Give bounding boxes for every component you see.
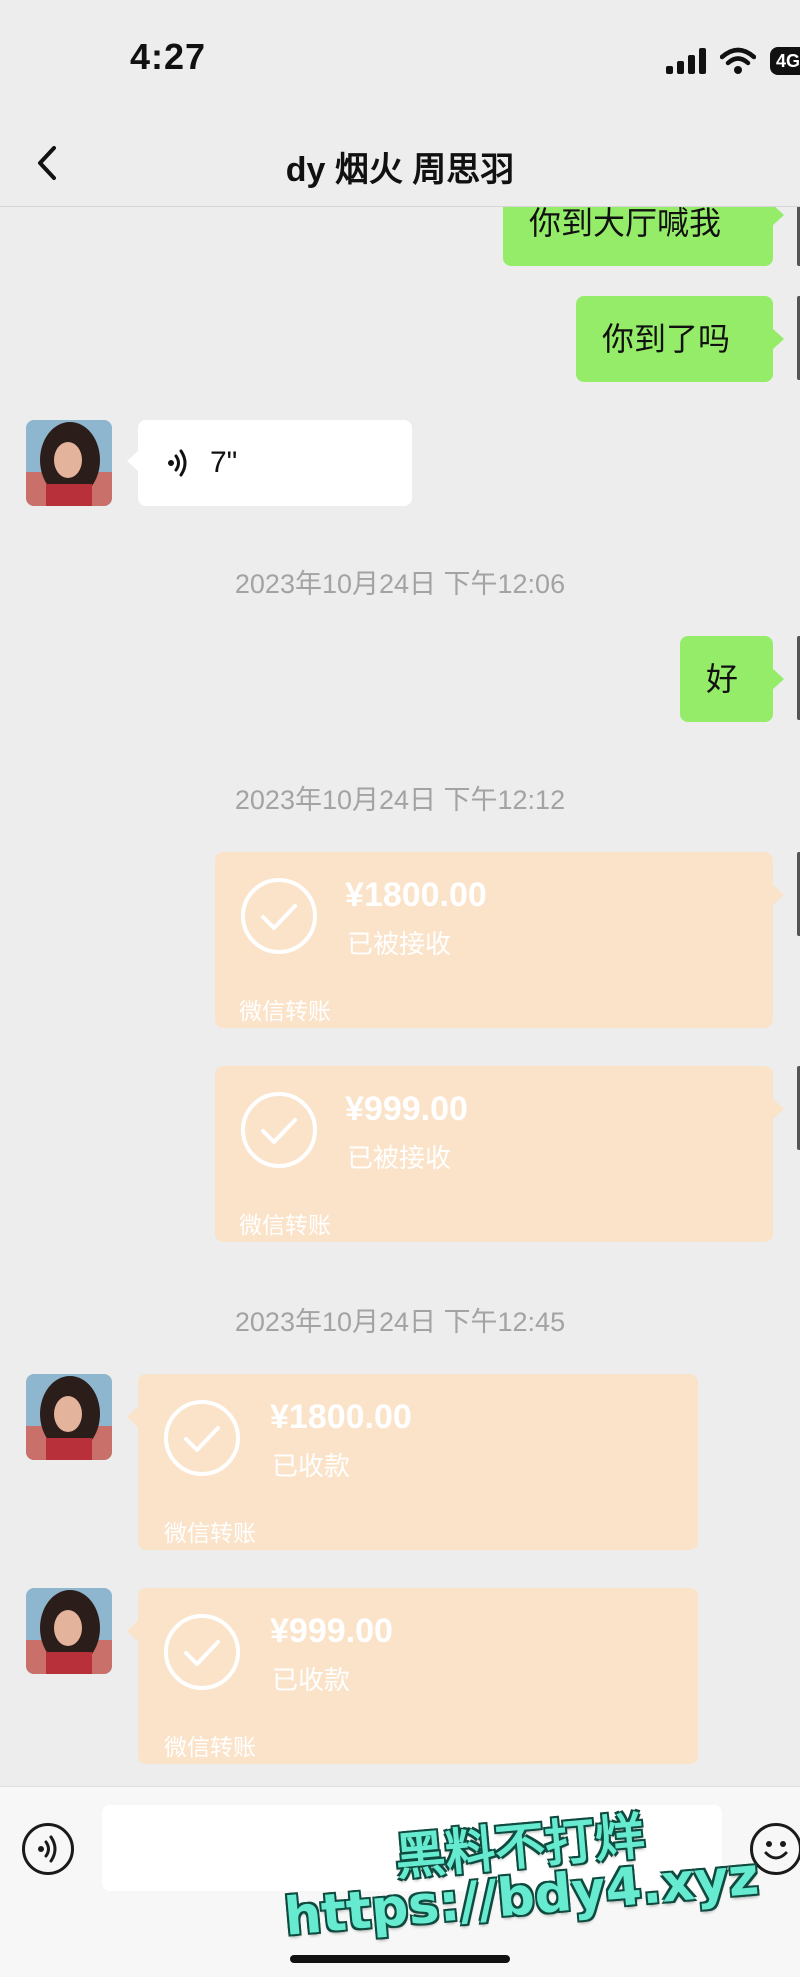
message-text: 好 xyxy=(706,661,739,697)
avatar-photo xyxy=(26,420,112,506)
message-list[interactable]: 你到大厅喊我 你到了吗 7" 2023年10月24日 下午12:06 好 202… xyxy=(0,206,800,1786)
transfer-amount: ¥1800.00 xyxy=(345,876,487,914)
transfer-source: 微信转账 xyxy=(239,1212,331,1238)
time-stamp: 2023年10月24日 下午12:12 xyxy=(234,785,566,815)
transfer-card[interactable]: ¥999.00 已被接收 微信转账 xyxy=(215,1066,784,1242)
transfer-status: 已收款 xyxy=(272,1451,351,1481)
transfer-status: 已被接收 xyxy=(347,1143,452,1173)
time-stamp: 2023年10月24日 下午12:45 xyxy=(234,1307,566,1337)
transfer-card[interactable]: ¥999.00 已收款 微信转账 xyxy=(127,1588,698,1764)
check-circle-icon xyxy=(164,1400,240,1476)
voice-icon xyxy=(168,449,187,477)
check-circle-icon xyxy=(241,878,317,954)
battery-icon: 4G xyxy=(770,47,800,75)
signal-icon xyxy=(666,48,706,74)
transfer-source: 微信转账 xyxy=(164,1734,256,1760)
home-indicator xyxy=(290,1955,510,1963)
voice-message[interactable]: 7" xyxy=(127,420,412,506)
status-icons: 4G xyxy=(666,44,800,78)
check-circle-icon xyxy=(241,1092,317,1168)
message-text: 你到大厅喊我 xyxy=(529,206,722,241)
transfer-source: 微信转账 xyxy=(164,1520,256,1546)
chat-header: dy 烟火 周思羽 xyxy=(0,120,800,207)
transfer-card[interactable]: ¥1800.00 已被接收 微信转账 xyxy=(215,852,784,1028)
transfer-amount: ¥999.00 xyxy=(345,1090,468,1128)
contact-avatar[interactable] xyxy=(26,1588,112,1674)
check-circle-icon xyxy=(164,1614,240,1690)
status-time: 4:27 xyxy=(130,36,207,77)
transfer-card[interactable]: ¥1800.00 已收款 微信转账 xyxy=(127,1374,698,1550)
transfer-amount: ¥1800.00 xyxy=(270,1398,412,1436)
transfer-amount: ¥999.00 xyxy=(270,1612,393,1650)
emoji-icon xyxy=(764,1841,788,1860)
sent-message[interactable]: 好 xyxy=(680,636,784,722)
voice-duration: 7" xyxy=(210,446,238,479)
status-bar: 4:27 4G xyxy=(0,0,800,120)
wifi-icon xyxy=(720,47,756,74)
avatar-photo xyxy=(26,1374,112,1460)
sent-message[interactable]: 你到了吗 xyxy=(576,296,784,382)
contact-avatar[interactable] xyxy=(26,1374,112,1460)
voice-input-button[interactable] xyxy=(22,1823,74,1875)
time-stamp: 2023年10月24日 下午12:06 xyxy=(234,569,566,599)
voice-icon xyxy=(38,1835,57,1863)
transfer-status: 已收款 xyxy=(272,1665,351,1695)
avatar-photo xyxy=(26,1588,112,1674)
message-text: 你到了吗 xyxy=(602,321,731,357)
transfer-status: 已被接收 xyxy=(347,929,452,959)
chat-title: dy 烟火 周思羽 xyxy=(285,151,515,189)
sent-message[interactable]: 你到大厅喊我 xyxy=(503,206,784,266)
transfer-source: 微信转账 xyxy=(239,998,331,1024)
contact-avatar[interactable] xyxy=(26,420,112,506)
